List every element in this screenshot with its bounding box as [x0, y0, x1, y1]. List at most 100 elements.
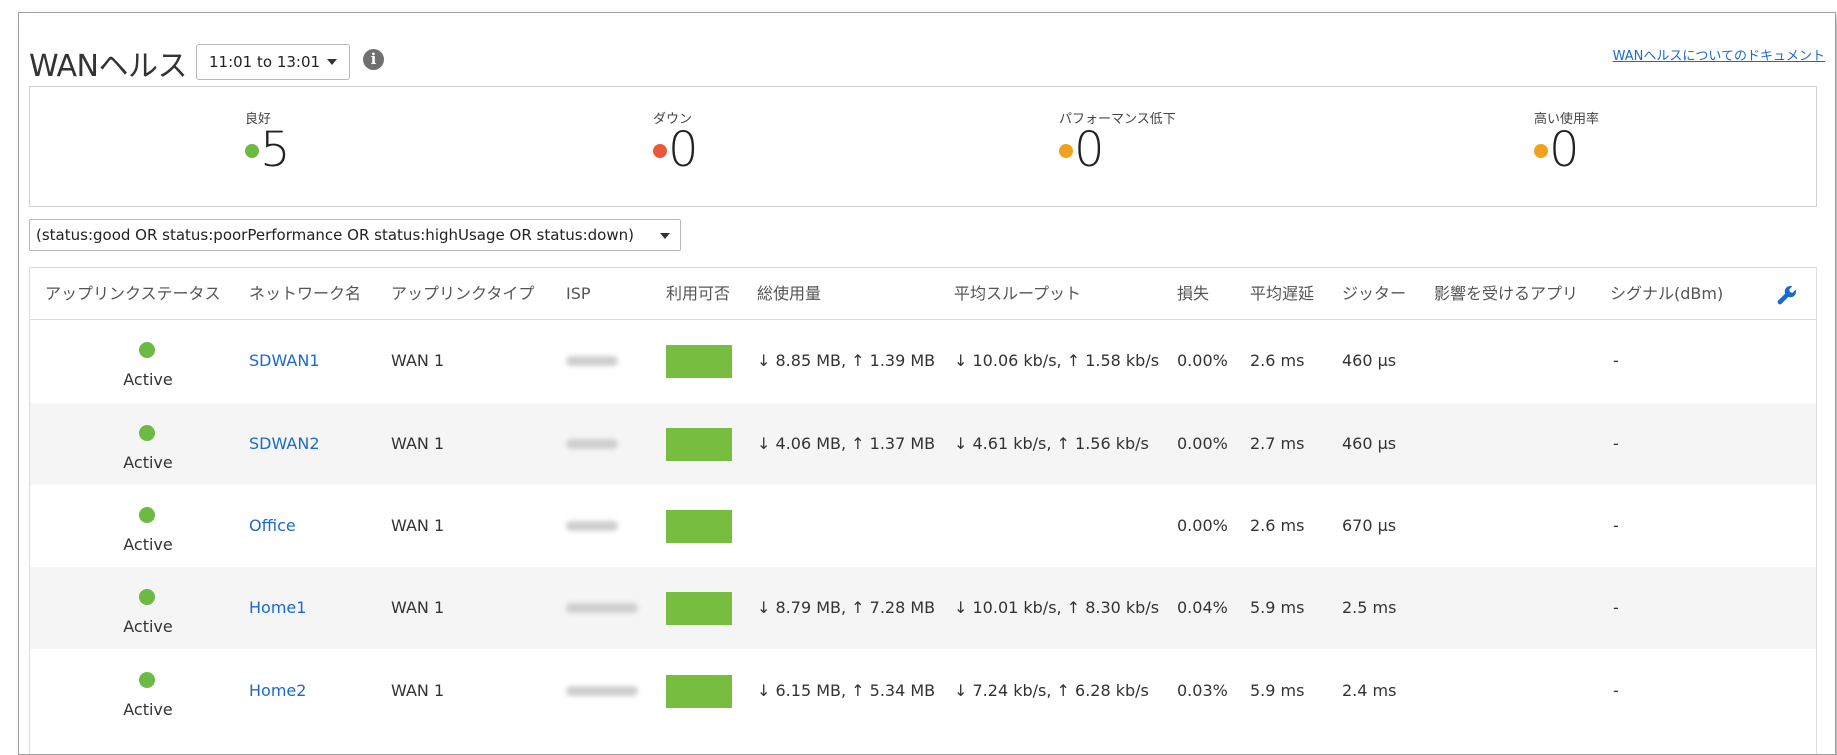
table-row[interactable]: Active Office WAN 1 0.00% 2.6 ms 670 µs … [30, 485, 1816, 567]
chevron-down-icon [327, 59, 338, 65]
jitter: 460 µs [1342, 351, 1397, 370]
high-usage-status-dot-icon [1534, 144, 1548, 158]
col-total-usage[interactable]: 総使用量 [757, 268, 821, 320]
uplink-type: WAN 1 [391, 516, 445, 535]
degraded-status-dot-icon [1059, 144, 1073, 158]
isp-redacted [566, 356, 618, 366]
total-usage: ↓ 6.15 MB, ↑ 5.34 MB [757, 681, 936, 700]
isp-redacted [566, 686, 638, 696]
avg-latency: 2.6 ms [1250, 351, 1305, 370]
signal: - [1613, 434, 1619, 453]
status-filter-select[interactable]: (status:good OR status:poorPerformance O… [29, 219, 681, 251]
avg-latency: 5.9 ms [1250, 598, 1305, 617]
col-uplink-status[interactable]: アップリンクステータス [45, 268, 221, 320]
isp-redacted [566, 521, 618, 531]
availability-bar [666, 592, 732, 625]
table-row[interactable]: Active SDWAN1 WAN 1 ↓ 8.85 MB, ↑ 1.39 MB… [30, 320, 1816, 402]
wrench-icon[interactable] [1776, 284, 1798, 306]
chevron-down-icon [660, 233, 670, 239]
col-avg-throughput[interactable]: 平均スループット [954, 268, 1081, 320]
down-status-dot-icon [653, 144, 667, 158]
col-network-name[interactable]: ネットワーク名 [249, 268, 361, 320]
col-isp[interactable]: ISP [566, 268, 591, 320]
col-uplink-type[interactable]: アップリンクタイプ [391, 268, 534, 320]
network-link[interactable]: Home2 [249, 650, 306, 732]
availability-bar [666, 345, 732, 378]
good-status-dot-icon [245, 144, 259, 158]
status-text: Active [123, 617, 173, 636]
loss: 0.03% [1177, 681, 1228, 700]
summary-down-count: 0 [668, 122, 699, 178]
col-availability[interactable]: 利用可否 [666, 268, 730, 320]
jitter: 2.4 ms [1342, 681, 1397, 700]
summary-degraded-count: 0 [1074, 122, 1105, 178]
avg-latency: 5.9 ms [1250, 681, 1305, 700]
col-jitter[interactable]: ジッター [1342, 268, 1406, 320]
status-text: Active [123, 535, 173, 554]
status-summary: 良好 5 ダウン 0 パフォーマンス低下 0 高い使用率 0 [29, 86, 1817, 207]
signal: - [1613, 598, 1619, 617]
filter-value: (status:good OR status:poorPerformance O… [36, 226, 634, 244]
loss: 0.00% [1177, 434, 1228, 453]
col-avg-latency[interactable]: 平均遅延 [1250, 268, 1314, 320]
avg-latency: 2.7 ms [1250, 434, 1305, 453]
availability-bar [666, 428, 732, 461]
isp-redacted [566, 439, 618, 449]
col-loss[interactable]: 損失 [1177, 268, 1209, 320]
time-range-label: 11:01 to 13:01 [209, 53, 321, 71]
network-link[interactable]: SDWAN2 [249, 403, 320, 485]
uplink-type: WAN 1 [391, 434, 445, 453]
uplink-type: WAN 1 [391, 351, 445, 370]
col-affected-apps[interactable]: 影響を受けるアプリ [1434, 268, 1578, 320]
loss: 0.04% [1177, 598, 1228, 617]
table-header: アップリンクステータス ネットワーク名 アップリンクタイプ ISP 利用可否 総… [30, 268, 1816, 320]
page-title: WANヘルス [29, 49, 188, 84]
summary-good-count: 5 [260, 122, 291, 178]
signal: - [1613, 516, 1619, 535]
avg-throughput: ↓ 10.01 kb/s, ↑ 8.30 kb/s [954, 598, 1160, 617]
signal: - [1613, 351, 1619, 370]
uplink-table: アップリンクステータス ネットワーク名 アップリンクタイプ ISP 利用可否 総… [29, 267, 1817, 754]
documentation-link[interactable]: WANヘルスについてのドキュメント [1613, 45, 1825, 64]
jitter: 670 µs [1342, 516, 1397, 535]
isp-redacted [566, 603, 638, 613]
page-header: WANヘルス 11:01 to 13:01 i WANヘルスについてのドキュメン… [29, 35, 1825, 84]
time-range-dropdown[interactable]: 11:01 to 13:01 [196, 44, 350, 80]
status-dot-icon [139, 589, 155, 605]
signal: - [1613, 681, 1619, 700]
network-link[interactable]: SDWAN1 [249, 320, 320, 402]
table-row[interactable]: Active Home2 WAN 1 ↓ 6.15 MB, ↑ 5.34 MB … [30, 650, 1816, 732]
info-icon[interactable]: i [363, 49, 384, 70]
loss: 0.00% [1177, 516, 1228, 535]
status-dot-icon [139, 425, 155, 441]
table-row[interactable]: Active Home1 WAN 1 ↓ 8.79 MB, ↑ 7.28 MB … [30, 567, 1816, 649]
status-dot-icon [139, 507, 155, 523]
avg-throughput: ↓ 10.06 kb/s, ↑ 1.58 kb/s [954, 351, 1160, 370]
total-usage: ↓ 4.06 MB, ↑ 1.37 MB [757, 434, 936, 453]
wan-health-panel: WANヘルス 11:01 to 13:01 i WANヘルスについてのドキュメン… [18, 12, 1836, 755]
status-text: Active [123, 453, 173, 472]
uplink-status: Active [108, 650, 188, 732]
network-link[interactable]: Office [249, 485, 296, 567]
summary-high-usage-count: 0 [1549, 122, 1580, 178]
jitter: 460 µs [1342, 434, 1397, 453]
jitter: 2.5 ms [1342, 598, 1397, 617]
availability-bar [666, 675, 732, 708]
uplink-status: Active [108, 567, 188, 649]
availability-bar [666, 510, 732, 543]
uplink-status: Active [108, 485, 188, 567]
avg-throughput: ↓ 7.24 kb/s, ↑ 6.28 kb/s [954, 681, 1149, 700]
status-dot-icon [139, 342, 155, 358]
uplink-status: Active [108, 403, 188, 485]
avg-latency: 2.6 ms [1250, 516, 1305, 535]
total-usage: ↓ 8.79 MB, ↑ 7.28 MB [757, 598, 936, 617]
total-usage: ↓ 8.85 MB, ↑ 1.39 MB [757, 351, 936, 370]
status-text: Active [123, 370, 173, 389]
uplink-type: WAN 1 [391, 681, 445, 700]
col-signal[interactable]: シグナル(dBm) [1610, 268, 1723, 320]
network-link[interactable]: Home1 [249, 567, 306, 649]
uplink-status: Active [108, 320, 188, 402]
table-row[interactable]: Active SDWAN2 WAN 1 ↓ 4.06 MB, ↑ 1.37 MB… [30, 403, 1816, 485]
status-dot-icon [139, 672, 155, 688]
loss: 0.00% [1177, 351, 1228, 370]
